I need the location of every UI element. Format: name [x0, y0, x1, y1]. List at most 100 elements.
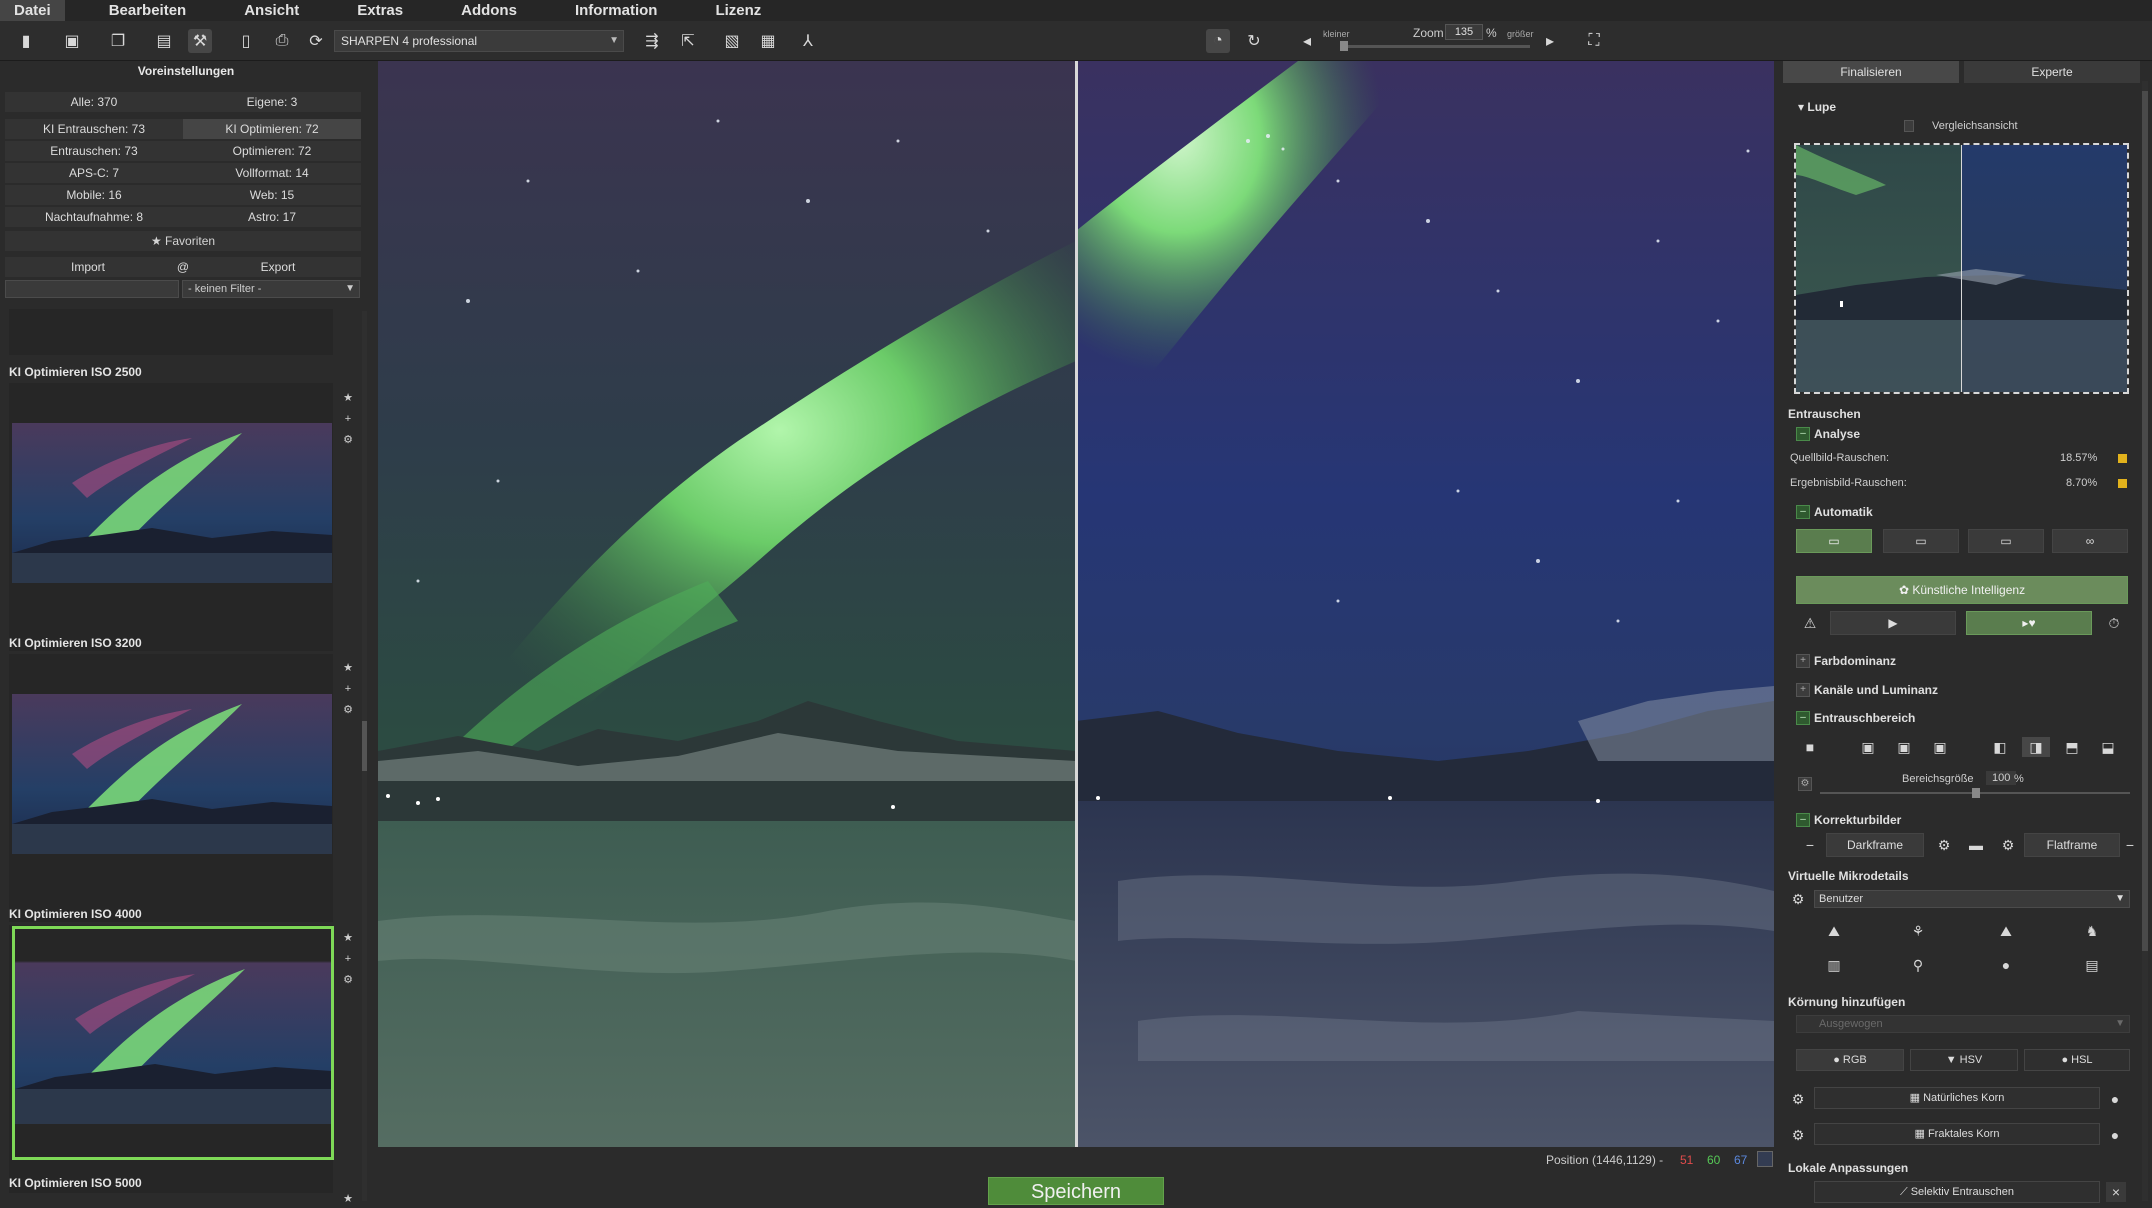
- menu-lizenz[interactable]: Lizenz: [701, 0, 775, 21]
- filter-mobile[interactable]: Mobile: 16: [5, 185, 183, 205]
- filter-fullframe[interactable]: Vollformat: 14: [183, 163, 361, 183]
- scrollbar-thumb[interactable]: [2142, 91, 2148, 951]
- mountain-icon[interactable]: ⛰: [1992, 921, 2020, 941]
- print-icon[interactable]: ⎙: [270, 29, 294, 53]
- filter-optimize[interactable]: Optimieren: 72: [183, 141, 361, 161]
- rotate-icon[interactable]: ↻: [1242, 29, 1266, 53]
- filter-apsc[interactable]: APS-C: 7: [5, 163, 183, 183]
- plant-icon[interactable]: ⚘: [1904, 921, 1932, 941]
- search-input[interactable]: [5, 280, 179, 298]
- auto-toggle[interactable]: –: [1796, 505, 1810, 519]
- filter-all[interactable]: Alle: 370: [5, 92, 183, 112]
- import-button[interactable]: Import: [5, 257, 171, 277]
- fractal-grain-settings-icon[interactable]: ⚙: [1788, 1125, 1808, 1145]
- zoom-slider-track[interactable]: [1340, 45, 1530, 48]
- person-icon[interactable]: ●: [1992, 955, 2020, 975]
- fractal-grain-color-icon[interactable]: ●: [2104, 1125, 2126, 1145]
- favorites-button[interactable]: ★ Favoriten: [5, 231, 361, 251]
- settings-icon[interactable]: ⚙: [343, 973, 353, 986]
- zoom-value-input[interactable]: 135: [1445, 24, 1483, 40]
- warning-icon[interactable]: ⚠: [1796, 613, 1824, 633]
- settings-icon[interactable]: ⚙: [343, 703, 353, 716]
- color-dominance-toggle[interactable]: +: [1796, 654, 1810, 668]
- save-icon[interactable]: ▯: [234, 29, 258, 53]
- auto-mode-standard-button[interactable]: ▭: [1796, 529, 1872, 553]
- area-full-icon[interactable]: ■: [1796, 737, 1824, 757]
- menu-extras[interactable]: Extras: [343, 0, 417, 21]
- compare-view-icon[interactable]: ▤: [152, 29, 176, 53]
- correction-images-toggle[interactable]: –: [1796, 813, 1810, 827]
- tab-experte[interactable]: Experte: [1964, 61, 2140, 83]
- zoom-out-icon[interactable]: ◂: [1295, 29, 1319, 53]
- add-icon[interactable]: +: [343, 413, 353, 425]
- grain-hsl-button[interactable]: ● HSL: [2024, 1049, 2130, 1071]
- add-icon[interactable]: +: [343, 683, 353, 695]
- copy-icon[interactable]: ❐: [106, 29, 130, 53]
- split-view-icon[interactable]: ⚒: [188, 29, 212, 53]
- compare-checkbox[interactable]: [1904, 120, 1914, 132]
- menu-datei[interactable]: Datei: [0, 0, 65, 21]
- area-large-icon[interactable]: ▣: [1926, 737, 1954, 757]
- section-lupe[interactable]: ▾ Lupe: [1798, 100, 1836, 114]
- area-top-icon[interactable]: ⬒: [2058, 737, 2086, 757]
- flatframe-button[interactable]: Flatframe: [2024, 833, 2120, 857]
- document-icon[interactable]: ▧: [720, 29, 744, 53]
- folder-icon[interactable]: ▬: [1962, 835, 1990, 855]
- gauge-icon[interactable]: ◔: [1206, 29, 1230, 53]
- filter-denoise[interactable]: Entrauschen: 73: [5, 141, 183, 161]
- area-size-slider-handle[interactable]: [1972, 788, 1980, 798]
- favorite-star-icon[interactable]: ★: [343, 931, 353, 944]
- grain-select[interactable]: Ausgewogen ▼: [1796, 1015, 2130, 1033]
- pipette-icon[interactable]: ⅄: [796, 29, 820, 53]
- denoise-area-toggle[interactable]: –: [1796, 711, 1810, 725]
- darkframe-settings-icon[interactable]: ⚙: [1930, 835, 1958, 855]
- auto-mode-proplus-button[interactable]: ▭: [1968, 529, 2044, 553]
- area-left-icon[interactable]: ◧: [1986, 737, 2014, 757]
- microdetails-settings-icon[interactable]: ⚙: [1788, 889, 1808, 909]
- crop-icon[interactable]: ⛶: [1582, 29, 1606, 53]
- animal-icon[interactable]: ♞: [2078, 921, 2106, 941]
- filter-astro[interactable]: Astro: 17: [183, 207, 361, 227]
- at-button[interactable]: @: [171, 257, 195, 277]
- darkframe-remove-icon[interactable]: −: [1796, 835, 1824, 855]
- menu-bearbeiten[interactable]: Bearbeiten: [95, 0, 201, 21]
- natural-grain-color-icon[interactable]: ●: [2104, 1089, 2126, 1109]
- preset-thumb-previous[interactable]: [9, 309, 333, 355]
- filter-ki-denoise[interactable]: KI Entrauschen: 73: [5, 119, 183, 139]
- export-icon[interactable]: ⇱: [676, 29, 700, 53]
- menu-ansicht[interactable]: Ansicht: [230, 0, 313, 21]
- favorite-star-icon[interactable]: ★: [343, 1192, 353, 1205]
- auto-mode-pro-button[interactable]: ▭: [1883, 529, 1959, 553]
- document-icon[interactable]: ▤: [2078, 955, 2106, 975]
- area-bottom-icon[interactable]: ⬓: [2094, 737, 2122, 757]
- filter-web[interactable]: Web: 15: [183, 185, 361, 205]
- area-right-icon[interactable]: ◨: [2022, 737, 2050, 757]
- settings-icon[interactable]: ⚙: [343, 433, 353, 446]
- filter-ki-optimize[interactable]: KI Optimieren: 72: [183, 119, 361, 139]
- natural-grain-button[interactable]: ▦ Natürliches Korn: [1814, 1087, 2100, 1109]
- refresh-icon[interactable]: ⟳: [304, 29, 328, 53]
- export-button[interactable]: Export: [195, 257, 361, 277]
- selective-denoise-button[interactable]: ⟋ Selektiv Entrauschen: [1814, 1181, 2100, 1203]
- ai-button[interactable]: ✿ Künstliche Intelligenz: [1796, 576, 2128, 604]
- timer-icon[interactable]: ⏱: [2100, 613, 2128, 633]
- darkframe-button[interactable]: Darkframe: [1826, 833, 1924, 857]
- microdetails-select[interactable]: Benutzer ▼: [1814, 890, 2130, 908]
- loupe-preview[interactable]: [1794, 143, 2129, 394]
- favorite-star-icon[interactable]: ★: [343, 661, 353, 674]
- image-viewer[interactable]: [378, 61, 1774, 1147]
- filter-own[interactable]: Eigene: 3: [183, 92, 361, 112]
- landscape-icon[interactable]: ⛰: [1820, 921, 1848, 941]
- filmstrip-icon[interactable]: ▦: [756, 29, 780, 53]
- batch-icon[interactable]: ⇶: [640, 29, 664, 53]
- flatframe-remove-icon[interactable]: −: [2116, 835, 2144, 855]
- tab-finalisieren[interactable]: Finalisieren: [1783, 61, 1959, 83]
- city-icon[interactable]: ▥: [1820, 955, 1848, 975]
- add-icon[interactable]: +: [343, 953, 353, 965]
- filter-night[interactable]: Nachtaufnahme: 8: [5, 207, 183, 227]
- analysis-toggle[interactable]: –: [1796, 427, 1810, 441]
- new-file-icon[interactable]: ▮: [14, 29, 38, 53]
- zoom-in-icon[interactable]: ▸: [1538, 29, 1562, 53]
- area-center-icon[interactable]: ▣: [1854, 737, 1882, 757]
- area-size-value[interactable]: 100: [1986, 771, 2017, 785]
